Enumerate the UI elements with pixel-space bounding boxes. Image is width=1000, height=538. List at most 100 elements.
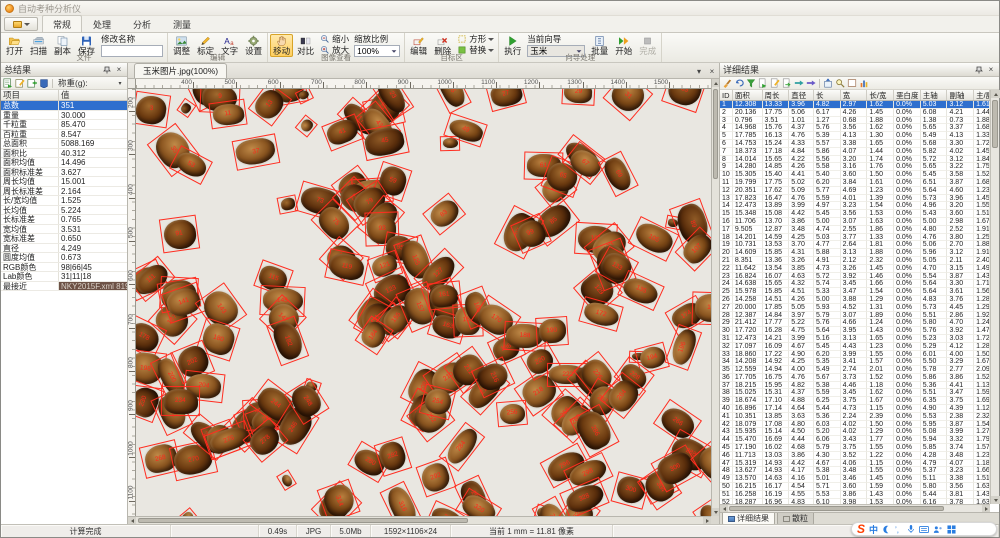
column-header[interactable]: ID: [720, 90, 733, 100]
moon-icon[interactable]: [882, 525, 891, 534]
edit-sheet-icon[interactable]: [770, 78, 780, 88]
search-icon[interactable]: [835, 78, 845, 88]
detail-row[interactable]: 2316.82416.074.635.723.921.460.0%5.543.8…: [720, 273, 990, 281]
detail-row[interactable]: 218.35113.363.264.912.122.320.0%5.052.11…: [720, 257, 990, 265]
detail-row[interactable]: 914.28014.854.265.583.161.760.0%5.653.22…: [720, 163, 990, 171]
detail-row[interactable]: 414.96815.764.375.763.561.620.0%5.653.37…: [720, 124, 990, 132]
detail-row[interactable]: 4110.35113.853.635.362.242.390.0%5.532.3…: [720, 413, 990, 421]
detail-row[interactable]: 1119.79917.755.026.203.841.610.0%6.513.8…: [720, 179, 990, 187]
kernel-bounding-box[interactable]: [177, 507, 199, 516]
kernel-bounding-box[interactable]: 328: [559, 477, 610, 516]
kernel-bounding-box[interactable]: 27: [485, 89, 527, 113]
kernel-bounding-box[interactable]: 119: [324, 248, 369, 285]
detail-row[interactable]: 4218.07917.084.806.034.021.500.0%5.953.8…: [720, 421, 990, 429]
detail-row[interactable]: 1814.20114.594.255.033.771.330.0%4.763.8…: [720, 234, 990, 242]
summary-row[interactable]: 最接近NKY2015F.xml 819...: [1, 282, 127, 292]
detail-row[interactable]: 4016.89617.144.645.444.731.150.0%4.904.3…: [720, 405, 990, 413]
kernel-bounding-box[interactable]: 83: [422, 192, 466, 235]
detail-row[interactable]: 3217.09716.094.675.454.431.230.0%5.294.1…: [720, 343, 990, 351]
column-header[interactable]: 主轴: [921, 90, 948, 100]
detail-row[interactable]: 1515.34815.084.425.453.561.530.0%5.433.6…: [720, 210, 990, 218]
detail-row[interactable]: 3414.20814.924.255.353.411.570.0%5.503.2…: [720, 358, 990, 366]
detail-row[interactable]: 112.30813.333.964.822.971.620.0%5.033.12…: [720, 101, 990, 109]
database-icon[interactable]: [39, 78, 49, 88]
detail-row[interactable]: 2812.38714.843.975.793.071.890.0%5.512.8…: [720, 312, 990, 320]
detail-row[interactable]: 4813.62714.934.175.383.481.550.0%5.373.2…: [720, 467, 990, 475]
detail-row[interactable]: 5116.25816.194.555.533.861.430.0%5.443.8…: [720, 491, 990, 499]
kernel-bounding-box[interactable]: 3: [136, 91, 170, 128]
column-header[interactable]: 副轴: [947, 90, 974, 100]
kernel-bounding-box[interactable]: 31: [603, 89, 654, 121]
summary-row[interactable]: 周长标准差2.164: [1, 187, 127, 197]
forward-all-icon[interactable]: [806, 78, 816, 88]
summary-row[interactable]: 千粒重85.470: [1, 120, 127, 130]
chart-icon[interactable]: [859, 78, 869, 88]
scroll-right-icon[interactable]: [982, 505, 990, 512]
summary-row[interactable]: 圆度均值0.673: [1, 253, 127, 263]
detail-row[interactable]: 1611.70613.703.865.003.071.630.0%5.002.9…: [720, 218, 990, 226]
detail-row[interactable]: 2515.97815.854.515.333.471.540.0%5.643.6…: [720, 288, 990, 296]
detail-row[interactable]: 220.13617.755.066.174.261.450.0%6.084.21…: [720, 109, 990, 117]
detail-row[interactable]: 179.50512.873.484.742.551.860.0%4.802.52…: [720, 226, 990, 234]
shape-square-button[interactable]: 方形: [457, 34, 494, 44]
summary-row[interactable]: 总数351: [1, 101, 127, 111]
people-icon[interactable]: [933, 525, 943, 534]
kernel-bounding-box[interactable]: 256: [496, 400, 529, 428]
summary-row[interactable]: 百粒重8.547: [1, 130, 127, 140]
summary-row[interactable]: 长/宽均值1.525: [1, 196, 127, 206]
close-icon[interactable]: ×: [114, 65, 124, 75]
detail-row[interactable]: 1220.35117.625.095.774.691.230.0%5.644.6…: [720, 187, 990, 195]
summary-row[interactable]: 宽均值3.531: [1, 225, 127, 235]
ime-mode-chinese[interactable]: 中: [869, 523, 878, 536]
table-refresh-icon[interactable]: [27, 78, 37, 88]
detail-row[interactable]: 3112.47314.213.995.163.131.650.0%5.233.0…: [720, 335, 990, 343]
filter-icon[interactable]: [746, 78, 756, 88]
column-header[interactable]: 直径: [789, 90, 814, 100]
detail-row[interactable]: 4315.93515.144.505.204.021.290.0%5.083.9…: [720, 428, 990, 436]
detail-row[interactable]: 3815.02515.314.375.593.451.620.0%5.513.4…: [720, 389, 990, 397]
detail-row[interactable]: 3718.21515.954.825.384.461.180.0%5.364.4…: [720, 382, 990, 390]
kernel-bounding-box[interactable]: 172: [578, 296, 623, 332]
detail-row[interactable]: 2720.00017.855.055.934.521.310.0%5.734.4…: [720, 304, 990, 312]
box-icon[interactable]: [847, 78, 857, 88]
detail-row[interactable]: 2211.64213.543.854.733.261.450.0%4.703.1…: [720, 265, 990, 273]
undo-icon[interactable]: [734, 78, 744, 88]
kernel-bounding-box[interactable]: 37: [231, 133, 280, 171]
keyboard-icon[interactable]: [919, 525, 929, 534]
scrollbar-thumb[interactable]: [992, 100, 998, 148]
detail-row[interactable]: 3918.67417.104.886.253.751.670.0%6.353.7…: [720, 397, 990, 405]
summary-row[interactable]: 重量30.000: [1, 111, 127, 121]
kernel-bounding-box[interactable]: 29: [561, 89, 595, 106]
scroll-left-icon[interactable]: [720, 505, 728, 512]
export-excel-icon[interactable]: [758, 78, 768, 88]
summary-row[interactable]: 长均值5.224: [1, 206, 127, 216]
kernel-bounding-box[interactable]: 91: [159, 215, 200, 254]
column-header[interactable]: 长/宽: [867, 90, 894, 100]
detail-row[interactable]: 3512.55914.944.005.492.742.010.0%5.782.7…: [720, 366, 990, 374]
kernel-bounding-box[interactable]: 196: [665, 324, 703, 371]
detail-row[interactable]: 1412.47313.893.994.973.231.540.0%4.963.2…: [720, 202, 990, 210]
zoom-out-button[interactable]: 缩小: [320, 34, 349, 44]
table-edit-icon[interactable]: [15, 78, 25, 88]
detail-row[interactable]: 4517.19016.024.685.793.751.550.0%5.853.7…: [720, 444, 990, 452]
table-export-icon[interactable]: [3, 78, 13, 88]
summary-row[interactable]: 面积比40.312: [1, 149, 127, 159]
kernel-bounding-box[interactable]: 13: [248, 89, 292, 127]
detail-row[interactable]: 718.37317.184.845.864.071.440.0%5.824.02…: [720, 148, 990, 156]
detail-row[interactable]: 4415.47016.694.446.063.431.770.0%5.943.3…: [720, 436, 990, 444]
punctuation-icon[interactable]: ’,: [895, 525, 903, 534]
detail-row[interactable]: 2414.63815.654.325.743.451.660.0%5.643.3…: [720, 280, 990, 288]
scroll-up-icon[interactable]: [991, 90, 1000, 98]
vertical-scrollbar[interactable]: [711, 79, 719, 516]
tab-analyze[interactable]: 分析: [122, 15, 162, 32]
kernel-bounding-box[interactable]: 182: [266, 315, 309, 366]
kernel-bounding-box[interactable]: 314: [317, 478, 361, 516]
summary-row[interactable]: 长标准差0.765: [1, 215, 127, 225]
summary-row[interactable]: 面积标准差3.627: [1, 168, 127, 178]
close-icon[interactable]: ×: [986, 65, 996, 75]
detail-row[interactable]: 1317.82316.474.765.594.011.390.0%5.733.9…: [720, 195, 990, 203]
detail-row[interactable]: 3617.70516.754.765.673.731.520.0%5.863.8…: [720, 374, 990, 382]
tab-general[interactable]: 常规: [42, 15, 82, 32]
column-header[interactable]: 垩白度: [894, 90, 921, 100]
detail-row[interactable]: 4715.31914.934.424.674.061.150.0%4.794.0…: [720, 460, 990, 468]
